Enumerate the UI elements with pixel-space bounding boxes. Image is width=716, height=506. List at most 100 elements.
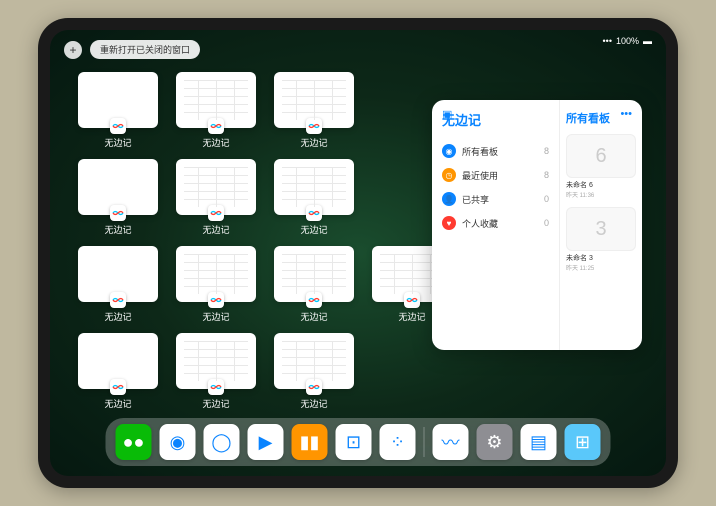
window-thumbnail[interactable]: 无边记 <box>78 246 158 323</box>
ipad-device: ••• 100% ▬ + 重新打开已关闭的窗口 无边记无边记无边记无边记无边记无… <box>38 18 678 488</box>
sidebar-panel: ▣ ••• 无边记 ◉ 所有看板 8 ◷ 最近使用 8 👤 已共享 0 ♥ 个人收藏 0 所有看板 6… <box>432 100 642 350</box>
window-label: 无边记 <box>300 397 327 410</box>
window-label: 无边记 <box>202 223 229 236</box>
category-icon: ♥ <box>442 216 456 230</box>
window-label: 无边记 <box>300 136 327 149</box>
window-label: 无边记 <box>202 397 229 410</box>
category-row[interactable]: ◉ 所有看板 8 <box>442 139 549 163</box>
board-item[interactable]: 3 未命名 3昨天 11:25 <box>566 207 636 272</box>
category-icon: ◉ <box>442 144 456 158</box>
category-count: 0 <box>544 218 549 228</box>
freeform-app-icon <box>208 205 224 221</box>
thumbnail-preview <box>78 246 158 302</box>
freeform-app-icon <box>208 292 224 308</box>
dock-app-folder[interactable]: ⊞ <box>565 424 601 460</box>
category-count: 8 <box>544 170 549 180</box>
category-icon: ◷ <box>442 168 456 182</box>
panel-sidebar: 无边记 ◉ 所有看板 8 ◷ 最近使用 8 👤 已共享 0 ♥ 个人收藏 0 <box>432 100 560 350</box>
thumbnail-preview <box>176 333 256 389</box>
board-date: 昨天 11:25 <box>566 263 636 272</box>
category-row[interactable]: ♥ 个人收藏 0 <box>442 211 549 235</box>
thumbnail-preview <box>176 72 256 128</box>
window-thumbnail[interactable]: 无边记 <box>78 159 158 236</box>
battery-text: 100% <box>616 36 639 46</box>
dock-app-browser[interactable]: ◉ <box>160 424 196 460</box>
dock-app-wechat[interactable]: ●● <box>116 424 152 460</box>
window-thumbnail[interactable]: 无边记 <box>274 159 354 236</box>
freeform-app-icon <box>306 118 322 134</box>
category-label: 已共享 <box>462 193 489 206</box>
board-thumb: 6 <box>566 134 636 178</box>
window-thumbnail[interactable]: 无边记 <box>78 333 158 410</box>
status-bar: ••• 100% ▬ <box>603 36 652 46</box>
signal-icon: ••• <box>603 36 612 46</box>
thumbnail-preview <box>176 159 256 215</box>
freeform-app-icon <box>306 205 322 221</box>
panel-content: 所有看板 6未命名 6昨天 11:363未命名 3昨天 11:25 <box>560 100 642 350</box>
window-thumbnail[interactable]: 无边记 <box>176 159 256 236</box>
thumbnail-preview <box>274 72 354 128</box>
reopen-closed-window-button[interactable]: 重新打开已关闭的窗口 <box>90 40 200 59</box>
dock-app-youku[interactable]: ▶ <box>248 424 284 460</box>
window-thumbnail[interactable]: 无边记 <box>274 72 354 149</box>
dock-app-freeform[interactable]: 〰 <box>433 424 469 460</box>
freeform-app-icon <box>404 292 420 308</box>
panel-title: 无边记 <box>442 110 549 129</box>
category-count: 8 <box>544 146 549 156</box>
window-label: 无边记 <box>104 223 131 236</box>
more-icon[interactable]: ••• <box>620 108 632 120</box>
window-label: 无边记 <box>398 310 425 323</box>
category-label: 最近使用 <box>462 169 498 182</box>
thumbnail-preview <box>274 333 354 389</box>
category-row[interactable]: ◷ 最近使用 8 <box>442 163 549 187</box>
window-label: 无边记 <box>202 310 229 323</box>
app-switcher-grid: 无边记无边记无边记无边记无边记无边记无边记无边记无边记无边记无边记无边记无边记 <box>78 72 452 410</box>
board-date: 昨天 11:36 <box>566 190 636 199</box>
window-thumbnail[interactable]: 无边记 <box>176 72 256 149</box>
window-label: 无边记 <box>202 136 229 149</box>
freeform-app-icon <box>306 379 322 395</box>
window-thumbnail[interactable]: 无边记 <box>176 246 256 323</box>
window-thumbnail[interactable]: 无边记 <box>274 246 354 323</box>
category-icon: 👤 <box>442 192 456 206</box>
dock: ●●◉◯▶▮▮⊡⁘ 〰⚙▤⊞ <box>106 418 611 466</box>
new-window-button[interactable]: + <box>64 41 82 59</box>
category-label: 个人收藏 <box>462 217 498 230</box>
window-thumbnail[interactable]: 无边记 <box>274 333 354 410</box>
board-name: 未命名 3 <box>566 253 636 263</box>
window-thumbnail[interactable]: 无边记 <box>176 333 256 410</box>
dock-app-books[interactable]: ▮▮ <box>292 424 328 460</box>
category-count: 0 <box>544 194 549 204</box>
window-label: 无边记 <box>104 397 131 410</box>
battery-icon: ▬ <box>643 36 652 46</box>
category-label: 所有看板 <box>462 145 498 158</box>
sidebar-toggle-icon[interactable]: ▣ <box>442 108 452 121</box>
window-label: 无边记 <box>104 136 131 149</box>
dock-app-app2[interactable]: ⁘ <box>380 424 416 460</box>
top-bar: + 重新打开已关闭的窗口 <box>64 40 200 59</box>
thumbnail-preview <box>274 246 354 302</box>
freeform-app-icon <box>208 379 224 395</box>
category-row[interactable]: 👤 已共享 0 <box>442 187 549 211</box>
thumbnail-preview <box>78 72 158 128</box>
dock-app-notes[interactable]: ▤ <box>521 424 557 460</box>
thumbnail-preview <box>78 159 158 215</box>
window-label: 无边记 <box>300 223 327 236</box>
screen: ••• 100% ▬ + 重新打开已关闭的窗口 无边记无边记无边记无边记无边记无… <box>50 30 666 476</box>
window-thumbnail[interactable]: 无边记 <box>78 72 158 149</box>
window-label: 无边记 <box>300 310 327 323</box>
dock-app-app1[interactable]: ⊡ <box>336 424 372 460</box>
dock-app-settings[interactable]: ⚙ <box>477 424 513 460</box>
freeform-app-icon <box>110 118 126 134</box>
board-name: 未命名 6 <box>566 180 636 190</box>
thumbnail-preview <box>274 159 354 215</box>
freeform-app-icon <box>110 205 126 221</box>
thumbnail-preview <box>176 246 256 302</box>
freeform-app-icon <box>110 379 126 395</box>
board-thumb: 3 <box>566 207 636 251</box>
thumbnail-preview <box>78 333 158 389</box>
dock-app-qq-browser[interactable]: ◯ <box>204 424 240 460</box>
window-label: 无边记 <box>104 310 131 323</box>
freeform-app-icon <box>306 292 322 308</box>
board-item[interactable]: 6 未命名 6昨天 11:36 <box>566 134 636 199</box>
